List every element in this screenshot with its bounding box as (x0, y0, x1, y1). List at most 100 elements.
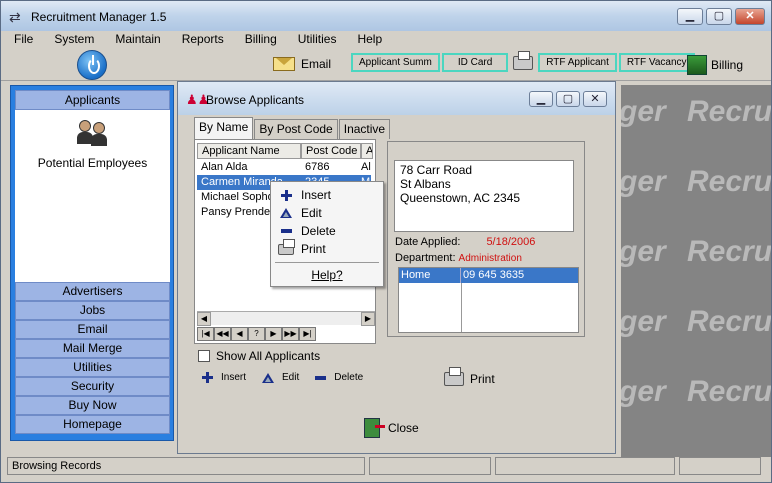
browse-applicants-dialog: ♟♟ Browse Applicants ▁ ▢ ✕ By Name By Po… (177, 81, 616, 454)
brand-text: Recruitm (687, 165, 771, 198)
dialog-maximize-button[interactable]: ▢ (556, 91, 580, 107)
date-applied-value: 5/18/2006 (486, 236, 536, 248)
context-delete-label: Delete (301, 224, 336, 238)
context-insert-label: Insert (301, 188, 332, 202)
menu-reports[interactable]: Reports (169, 31, 232, 48)
delete-button[interactable]: Delete (315, 372, 363, 383)
exit-door-icon (364, 418, 385, 438)
brand-text: Recruitm (687, 305, 771, 338)
record-navigator: |◀ ◀◀ ◀ ? ▶ ▶▶ ▶| (197, 327, 316, 341)
grid-actions: Insert Edit Delete (202, 372, 379, 383)
nav-prev-page-icon[interactable]: ◀◀ (214, 327, 231, 341)
tab-inactive[interactable]: Inactive (338, 119, 391, 139)
address-box: 78 Carr Road St Albans Queenstown, AC 23… (394, 160, 574, 232)
power-icon[interactable] (77, 50, 107, 80)
table-row[interactable]: Alan Alda 6786 Al (197, 160, 371, 175)
sidebar-item-buy-now[interactable]: Buy Now (15, 396, 170, 415)
sidebar-item-security[interactable]: Security (15, 377, 170, 396)
horizontal-scrollbar[interactable]: ◀ ▶ (197, 311, 375, 326)
column-a[interactable]: A (361, 143, 373, 159)
print-label: Print (470, 372, 495, 386)
brand-partial: ger (621, 305, 666, 338)
email-button[interactable]: Email (273, 57, 331, 71)
sidebar: Applicants Potential Employees Advertise… (10, 85, 174, 441)
context-menu: Insert Edit Delete Print Help? (270, 181, 384, 287)
dialog-title-bar[interactable]: ♟♟ Browse Applicants ▁ ▢ ✕ (178, 82, 615, 115)
sidebar-item-homepage[interactable]: Homepage (15, 415, 170, 434)
list-item[interactable]: Home 09 645 3635 (399, 268, 578, 283)
menu-file[interactable]: File (1, 31, 41, 48)
scroll-track[interactable] (211, 312, 361, 325)
column-applicant-name[interactable]: Applicant Name (197, 143, 301, 159)
tab-strip: By Name By Post Code Inactive (194, 117, 391, 139)
menu-system[interactable]: System (41, 31, 102, 48)
menu-utilities[interactable]: Utilities (285, 31, 345, 48)
sidebar-item-email[interactable]: Email (15, 320, 170, 339)
minimize-icon: ▁ (536, 93, 546, 105)
tab-by-post-code[interactable]: By Post Code (254, 119, 338, 139)
close-icon: ✕ (745, 10, 755, 22)
phone-number: 09 645 3635 (463, 269, 525, 281)
sidebar-item-utilities[interactable]: Utilities (15, 358, 170, 377)
nav-next-icon[interactable]: ▶ (265, 327, 282, 341)
app-window: ⇄ Recruitment Manager 1.5 ▁ ▢ ✕ File Sys… (0, 0, 772, 483)
edit-label: Edit (282, 372, 300, 383)
id-card-button[interactable]: ID Card (441, 53, 509, 72)
sidebar-item-jobs[interactable]: Jobs (15, 301, 170, 320)
people-icon[interactable] (77, 118, 109, 148)
rtf-vacancy-button[interactable]: RTF Vacancy (618, 53, 695, 72)
status-panel-2 (369, 457, 491, 475)
context-delete[interactable]: Delete (271, 222, 383, 240)
print-button[interactable]: Print (444, 367, 495, 386)
menu-billing[interactable]: Billing (232, 31, 285, 48)
nav-next-page-icon[interactable]: ▶▶ (282, 327, 299, 341)
date-applied-row: Date Applied: 5/18/2006 (395, 236, 535, 248)
menu-maintain[interactable]: Maintain (102, 31, 168, 48)
dialog-close-action[interactable]: Close (364, 418, 419, 438)
applicant-summ-button[interactable]: Applicant Summ (351, 53, 440, 72)
title-bar[interactable]: ⇄ Recruitment Manager 1.5 ▁ ▢ ✕ (1, 1, 771, 31)
context-edit[interactable]: Edit (271, 204, 383, 222)
dialog-close-button[interactable]: ✕ (583, 91, 607, 107)
billing-button[interactable]: Billing (687, 55, 743, 75)
show-all-checkbox[interactable] (198, 350, 210, 362)
nav-help-icon[interactable]: ? (248, 327, 265, 341)
sidebar-sections: Advertisers Jobs Email Mail Merge Utilit… (15, 282, 170, 434)
brand-partial: ger (621, 235, 666, 268)
context-help[interactable]: Help? (271, 266, 383, 284)
scroll-left-icon[interactable]: ◀ (197, 312, 211, 326)
context-insert[interactable]: Insert (271, 186, 383, 204)
nav-prev-icon[interactable]: ◀ (231, 327, 248, 341)
delete-label: Delete (334, 372, 364, 383)
menu-help[interactable]: Help (344, 31, 390, 48)
maximize-icon: ▢ (713, 10, 725, 22)
dialog-minimize-button[interactable]: ▁ (529, 91, 553, 107)
column-divider (461, 283, 462, 332)
sidebar-item-advertisers[interactable]: Advertisers (15, 282, 170, 301)
edit-icon (280, 208, 292, 218)
address-line-2: St Albans (400, 177, 451, 191)
potential-employees-label[interactable]: Potential Employees (15, 156, 170, 170)
context-print[interactable]: Print (271, 238, 383, 258)
nav-last-icon[interactable]: ▶| (299, 327, 316, 341)
close-icon: ✕ (590, 93, 600, 105)
context-help-label: Help? (311, 268, 343, 282)
sidebar-section-applicants[interactable]: Applicants (15, 90, 170, 110)
sidebar-item-mail-merge[interactable]: Mail Merge (15, 339, 170, 358)
edit-button[interactable]: Edit (262, 372, 299, 383)
minimize-button[interactable]: ▁ (677, 8, 703, 25)
brand-text: Recruitm (687, 375, 771, 408)
nav-first-icon[interactable]: |◀ (197, 327, 214, 341)
tab-by-name[interactable]: By Name (194, 117, 254, 139)
department-row: Department: Administration (395, 252, 522, 264)
show-all-applicants[interactable]: Show All Applicants (198, 349, 320, 363)
scroll-right-icon[interactable]: ▶ (361, 312, 375, 326)
minimize-icon: ▁ (685, 10, 695, 22)
close-label: Close (388, 421, 419, 435)
column-post-code[interactable]: Post Code (301, 143, 361, 159)
phone-list: Home 09 645 3635 (398, 267, 579, 333)
maximize-button[interactable]: ▢ (706, 8, 732, 25)
rtf-applicant-button[interactable]: RTF Applicant (538, 53, 617, 72)
close-button[interactable]: ✕ (735, 8, 765, 25)
insert-button[interactable]: Insert (202, 372, 246, 383)
